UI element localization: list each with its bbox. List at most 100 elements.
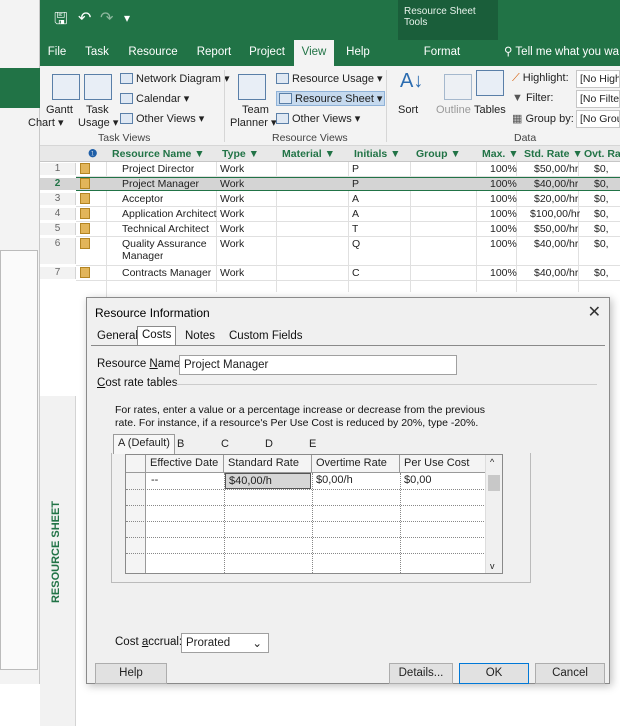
customize-qat-icon[interactable]: ▾ (124, 11, 130, 25)
sort-label[interactable]: Sort (398, 104, 418, 116)
sort-icon[interactable]: A↓ (400, 70, 423, 93)
cell-initials[interactable]: A (352, 208, 359, 220)
chevron-down-icon[interactable]: v (490, 561, 495, 571)
task-usage-icon[interactable] (84, 74, 112, 100)
cell-type[interactable]: Work (220, 208, 244, 220)
header-material[interactable]: Material ▼ (282, 146, 335, 162)
cell-resource-name-line2[interactable]: Manager (122, 250, 163, 262)
header-ovt-rate[interactable]: Ovt. Ra (584, 146, 620, 162)
save-icon[interactable]: 🖫 (54, 8, 68, 35)
cell-initials[interactable]: A (352, 193, 359, 205)
rate-tab-b[interactable]: B (173, 436, 188, 454)
header-initials[interactable]: Initials ▼ (354, 146, 401, 162)
other-views-task-button[interactable]: Other Views ▾ (120, 112, 204, 125)
tab-costs[interactable]: Costs (137, 326, 177, 346)
cell-resource-name[interactable]: Project Manager (122, 178, 199, 190)
chevron-up-icon[interactable]: ^ (490, 457, 494, 467)
cell-std-rate[interactable]: $50,00/hr (534, 163, 578, 175)
calendar-button[interactable]: Calendar ▾ (120, 92, 189, 105)
task-usage-label2[interactable]: Usage ▾ (78, 116, 118, 129)
tab-file[interactable]: File (40, 40, 74, 66)
header-group[interactable]: Group ▼ (416, 146, 461, 162)
team-planner-label[interactable]: Team (242, 104, 269, 116)
row-number[interactable]: 5 (40, 223, 76, 235)
tab-view[interactable]: View (294, 40, 334, 66)
cell-max[interactable]: 100% (490, 208, 517, 220)
cell-std-rate[interactable]: $20,00/hr (534, 193, 578, 205)
cell-overtime-rate[interactable]: $0,00/h (313, 473, 353, 489)
cell-ovt-rate[interactable]: $0, (594, 238, 609, 250)
resource-sheet-button[interactable]: Resource Sheet ▾ (276, 91, 386, 106)
cell-max[interactable]: 100% (490, 267, 517, 279)
scrollbar-thumb[interactable] (488, 475, 500, 491)
cell-initials[interactable]: C (352, 267, 360, 279)
header-max[interactable]: Max. ▼ (482, 146, 519, 162)
cell-ovt-rate[interactable]: $0, (594, 163, 609, 175)
rate-tab-d[interactable]: D (261, 436, 277, 454)
team-planner-icon[interactable] (238, 74, 266, 100)
cell-max[interactable]: 100% (490, 163, 517, 175)
header-type[interactable]: Type ▼ (222, 146, 259, 162)
cell-resource-name[interactable]: Quality Assurance (122, 238, 207, 250)
cell-max[interactable]: 100% (490, 193, 517, 205)
tab-report[interactable]: Report (192, 40, 236, 66)
cell-type[interactable]: Work (220, 178, 244, 190)
tables-label[interactable]: Tables (474, 104, 506, 116)
rate-tab-c[interactable]: C (217, 436, 233, 454)
cell-std-rate[interactable]: $40,00/hr (534, 238, 578, 250)
cell-initials[interactable]: Q (352, 238, 360, 250)
cell-ovt-rate[interactable]: $0, (594, 178, 609, 190)
row-number[interactable]: 4 (40, 208, 76, 220)
gantt-chart-label2[interactable]: Chart ▾ (28, 116, 63, 129)
grid-scrollbar[interactable]: ^ v (485, 455, 502, 573)
cell-ovt-rate[interactable]: $0, (594, 267, 609, 279)
cost-accrual-select[interactable]: Prorated ⌄ (181, 633, 269, 653)
row-number[interactable]: 2 (40, 178, 76, 190)
cell-ovt-rate[interactable]: $0, (594, 208, 609, 220)
tab-task[interactable]: Task (80, 40, 114, 66)
cell-std-rate[interactable]: $50,00/hr (534, 223, 578, 235)
resource-name-field[interactable]: Project Manager (179, 355, 457, 375)
cell-effective-date[interactable]: -- (148, 473, 158, 489)
cell-resource-name[interactable]: Project Director (122, 163, 194, 175)
header-resource-name[interactable]: Resource Name ▼ (112, 146, 205, 162)
rate-tab-a[interactable]: A (Default) (113, 434, 175, 454)
other-views-resource-button[interactable]: Other Views ▾ (276, 112, 360, 125)
tab-custom-fields[interactable]: Custom Fields (225, 328, 307, 346)
details-button[interactable]: Details... (389, 663, 453, 684)
cell-max[interactable]: 100% (490, 223, 517, 235)
cancel-button[interactable]: Cancel (535, 663, 605, 684)
help-button[interactable]: Help (95, 663, 167, 684)
cell-initials[interactable]: P (352, 178, 359, 190)
cell-type[interactable]: Work (220, 267, 244, 279)
resource-usage-button[interactable]: Resource Usage ▾ (276, 72, 383, 85)
cell-std-rate[interactable]: $40,00/hr (534, 178, 578, 190)
network-diagram-button[interactable]: Network Diagram ▾ (120, 72, 230, 85)
cell-initials[interactable]: T (352, 223, 358, 235)
cell-resource-name[interactable]: Acceptor (122, 193, 163, 205)
highlight-select[interactable]: [No High (576, 70, 620, 88)
undo-icon[interactable]: ↶ (78, 8, 91, 28)
cell-resource-name[interactable]: Technical Architect (122, 223, 209, 235)
task-usage-label[interactable]: Task (86, 104, 109, 116)
groupby-select[interactable]: [No Grou (576, 110, 620, 128)
cell-resource-name[interactable]: Application Architect (122, 208, 217, 220)
tab-notes[interactable]: Notes (181, 328, 219, 346)
cell-max[interactable]: 100% (490, 238, 517, 250)
cell-initials[interactable]: P (352, 163, 359, 175)
tables-icon[interactable] (476, 70, 504, 96)
close-icon[interactable]: ✕ (588, 302, 601, 322)
cell-resource-name[interactable]: Contracts Manager (122, 267, 211, 279)
tab-project[interactable]: Project (244, 40, 290, 66)
cell-type[interactable]: Work (220, 163, 244, 175)
rate-tab-e[interactable]: E (305, 436, 320, 454)
ok-button[interactable]: OK (459, 663, 529, 684)
cell-std-rate[interactable]: $100,00/hr (530, 208, 580, 220)
cell-std-rate[interactable]: $40,00/hr (534, 267, 578, 279)
tell-me-box[interactable]: ⚲ Tell me what you wa (504, 40, 619, 66)
cell-ovt-rate[interactable]: $0, (594, 193, 609, 205)
tab-general[interactable]: General (93, 328, 142, 346)
row-number[interactable]: 3 (40, 193, 76, 205)
cell-standard-rate[interactable]: $40,00/h (225, 473, 311, 489)
team-planner-label2[interactable]: Planner ▾ (230, 116, 277, 129)
